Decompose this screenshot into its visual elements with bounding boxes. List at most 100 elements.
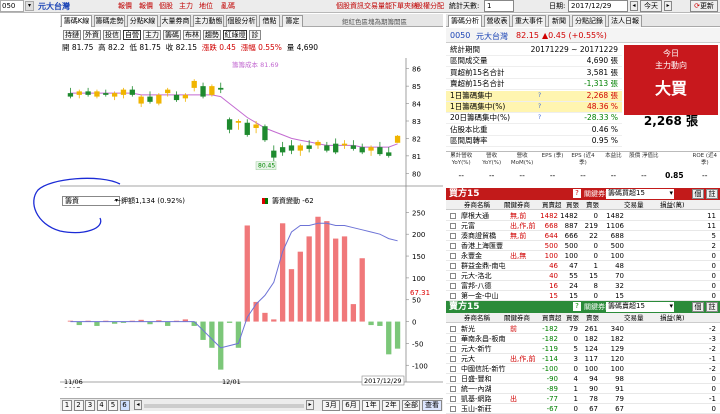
top-menu-item[interactable]: 亂碼 [219, 1, 237, 12]
page-button[interactable]: 6 [119, 400, 130, 411]
page-button[interactable]: 1 [62, 400, 72, 411]
table-row[interactable]: 湊商證貿橋 無,前 644 666 22 688 5 [446, 231, 720, 241]
broker-name[interactable]: 華南永昌-板南 [461, 334, 506, 344]
row-checkbox[interactable] [450, 326, 456, 332]
scroll-left-icon[interactable]: ◂ [134, 400, 142, 410]
row-checkbox[interactable] [450, 293, 456, 299]
indicator-chip[interactable]: 持鏈 [63, 30, 81, 40]
calendar-prev-icon[interactable]: ◂ [630, 1, 638, 11]
period-button[interactable]: 全部 [402, 400, 420, 411]
count-input[interactable]: 1 [484, 0, 514, 12]
column-header[interactable]: 關鍵券商 [504, 313, 530, 323]
go-button[interactable]: 查看 [422, 400, 442, 411]
info-icon[interactable]: ? [538, 102, 541, 112]
chart-tab[interactable]: 大量券商 [160, 15, 191, 27]
chart-tab[interactable]: 籌碼走勢 [94, 15, 125, 27]
table-row[interactable]: 中國信託-新竹 -100 0 100 100 -2 [446, 364, 720, 374]
row-checkbox[interactable] [450, 233, 456, 239]
broker-name[interactable]: 元大-新竹 [461, 344, 492, 354]
top-menu-item[interactable]: 報價 [116, 1, 134, 12]
column-header[interactable]: 買張 [566, 200, 579, 210]
broker-name[interactable]: 元富 [461, 221, 475, 231]
table-row[interactable]: 群益金鼎-南屯 46 47 1 48 0 [446, 261, 720, 271]
broker-name[interactable]: 統一-內湖 [461, 384, 492, 394]
column-header[interactable]: 損益(萬) [660, 313, 685, 323]
column-header[interactable]: 賣張 [586, 313, 599, 323]
row-checkbox[interactable] [450, 336, 456, 342]
buy-note-button[interactable]: 註 [706, 189, 718, 199]
indicator-chip[interactable]: 診 [249, 30, 261, 40]
broker-name[interactable]: 摩根大通 [461, 211, 489, 221]
period-button[interactable]: 1年 [362, 400, 380, 411]
right-tab[interactable]: 籌碼分析 [448, 15, 482, 27]
chart-tab[interactable]: 借點 [259, 15, 280, 27]
broker-name[interactable]: 群益金鼎-南屯 [461, 261, 506, 271]
sell-filter-select[interactable]: 籌碼賣超15 ▾ [606, 302, 674, 312]
table-row[interactable]: 香港上海匯豐 500 500 0 500 2 [446, 241, 720, 251]
stock-code-input[interactable]: 050 [0, 0, 24, 12]
buy-filter-select[interactable]: 籌碼買超15 ▾ [606, 189, 674, 199]
help-icon[interactable]: ? [573, 189, 581, 198]
info-icon[interactable]: ? [538, 91, 541, 101]
indicator-chip[interactable]: 外資 [83, 30, 101, 40]
page-button[interactable]: 3 [85, 400, 95, 411]
column-header[interactable]: 買賣超 [542, 313, 562, 323]
table-row[interactable]: 元富 出,作,前 668 887 219 1106 11 [446, 221, 720, 231]
page-button[interactable]: 5 [108, 400, 118, 411]
indicator-chip[interactable]: 主力 [143, 30, 161, 40]
broker-name[interactable]: 第一金-中山 [461, 291, 499, 301]
indicator-chip[interactable]: 自營 [123, 30, 141, 40]
sell-note-button[interactable]: 註 [706, 302, 718, 312]
indicator-select[interactable]: 籌資 ▾ [62, 196, 120, 206]
scroll-right-icon[interactable]: ▸ [306, 400, 314, 410]
table-row[interactable]: 摩根大通 無,前 1482 1482 0 1482 11 [446, 211, 720, 221]
broker-name[interactable]: 元大 [461, 354, 475, 364]
row-checkbox[interactable] [450, 346, 456, 352]
row-checkbox[interactable] [450, 366, 456, 372]
row-checkbox[interactable] [450, 243, 456, 249]
column-header[interactable]: 關鍵券商 [504, 200, 530, 210]
calendar-next-icon[interactable]: ▸ [664, 1, 672, 11]
table-row[interactable]: 第一金-中山 15 15 0 15 0 [446, 291, 720, 301]
row-checkbox[interactable] [450, 376, 456, 382]
broker-name[interactable]: 玉山-新莊 [461, 404, 492, 414]
column-header[interactable]: 券商名稱 [464, 200, 490, 210]
column-header[interactable]: 損益(萬) [660, 200, 685, 210]
table-row[interactable]: 富邦-八德 16 24 8 32 0 [446, 281, 720, 291]
table-row[interactable]: 玉山-新莊 -67 0 67 67 0 [446, 404, 720, 414]
today-button[interactable]: 今天 [640, 0, 662, 12]
column-header[interactable]: 交易量 [624, 313, 644, 323]
date-input[interactable]: 2017/12/29 [568, 0, 628, 12]
chart-tab[interactable]: 個股分析 [226, 15, 257, 27]
column-header[interactable]: 券商名稱 [464, 313, 490, 323]
row-checkbox[interactable] [450, 263, 456, 269]
column-header[interactable]: 買賣超 [542, 200, 562, 210]
table-row[interactable]: 元大-新竹 -119 5 124 129 -2 [446, 344, 720, 354]
chart-tab[interactable]: 籌碼K線 [61, 15, 92, 27]
table-row[interactable]: 凱基-網路 出 -77 1 78 79 -1 [446, 394, 720, 404]
column-header[interactable]: 賣張 [586, 200, 599, 210]
column-header[interactable]: 買張 [566, 313, 579, 323]
update-button[interactable]: ⟳更新 [690, 0, 718, 12]
row-checkbox[interactable] [450, 223, 456, 229]
page-button[interactable]: 2 [73, 400, 84, 411]
broker-name[interactable]: 中國信託-新竹 [461, 364, 506, 374]
right-tab[interactable]: 重大事件 [512, 15, 546, 27]
buy-detail-button[interactable]: 個 [692, 189, 704, 199]
row-checkbox[interactable] [450, 396, 456, 402]
indicator-chip[interactable]: 趨勢 [203, 30, 221, 40]
period-button[interactable]: 3月 [322, 400, 340, 411]
indicator-chip[interactable]: 紅綠燈 [223, 30, 247, 40]
row-checkbox[interactable] [450, 356, 456, 362]
chart-tab[interactable]: 籌定 [282, 15, 303, 27]
column-header[interactable]: 交易量 [624, 200, 644, 210]
right-tab[interactable]: 新聞 [548, 15, 570, 27]
info-icon[interactable]: ? [538, 113, 541, 123]
broker-name[interactable]: 日盛-豐和 [461, 374, 492, 384]
indicator-chip[interactable]: 籌碼 [163, 30, 181, 40]
help-icon[interactable]: ? [573, 302, 581, 311]
dropdown-arrow-icon[interactable]: ▾ [25, 1, 34, 11]
right-tab[interactable]: 法人日報 [608, 15, 642, 27]
period-button[interactable]: 2年 [382, 400, 400, 411]
top-link[interactable]: 股權分配 [414, 1, 446, 12]
